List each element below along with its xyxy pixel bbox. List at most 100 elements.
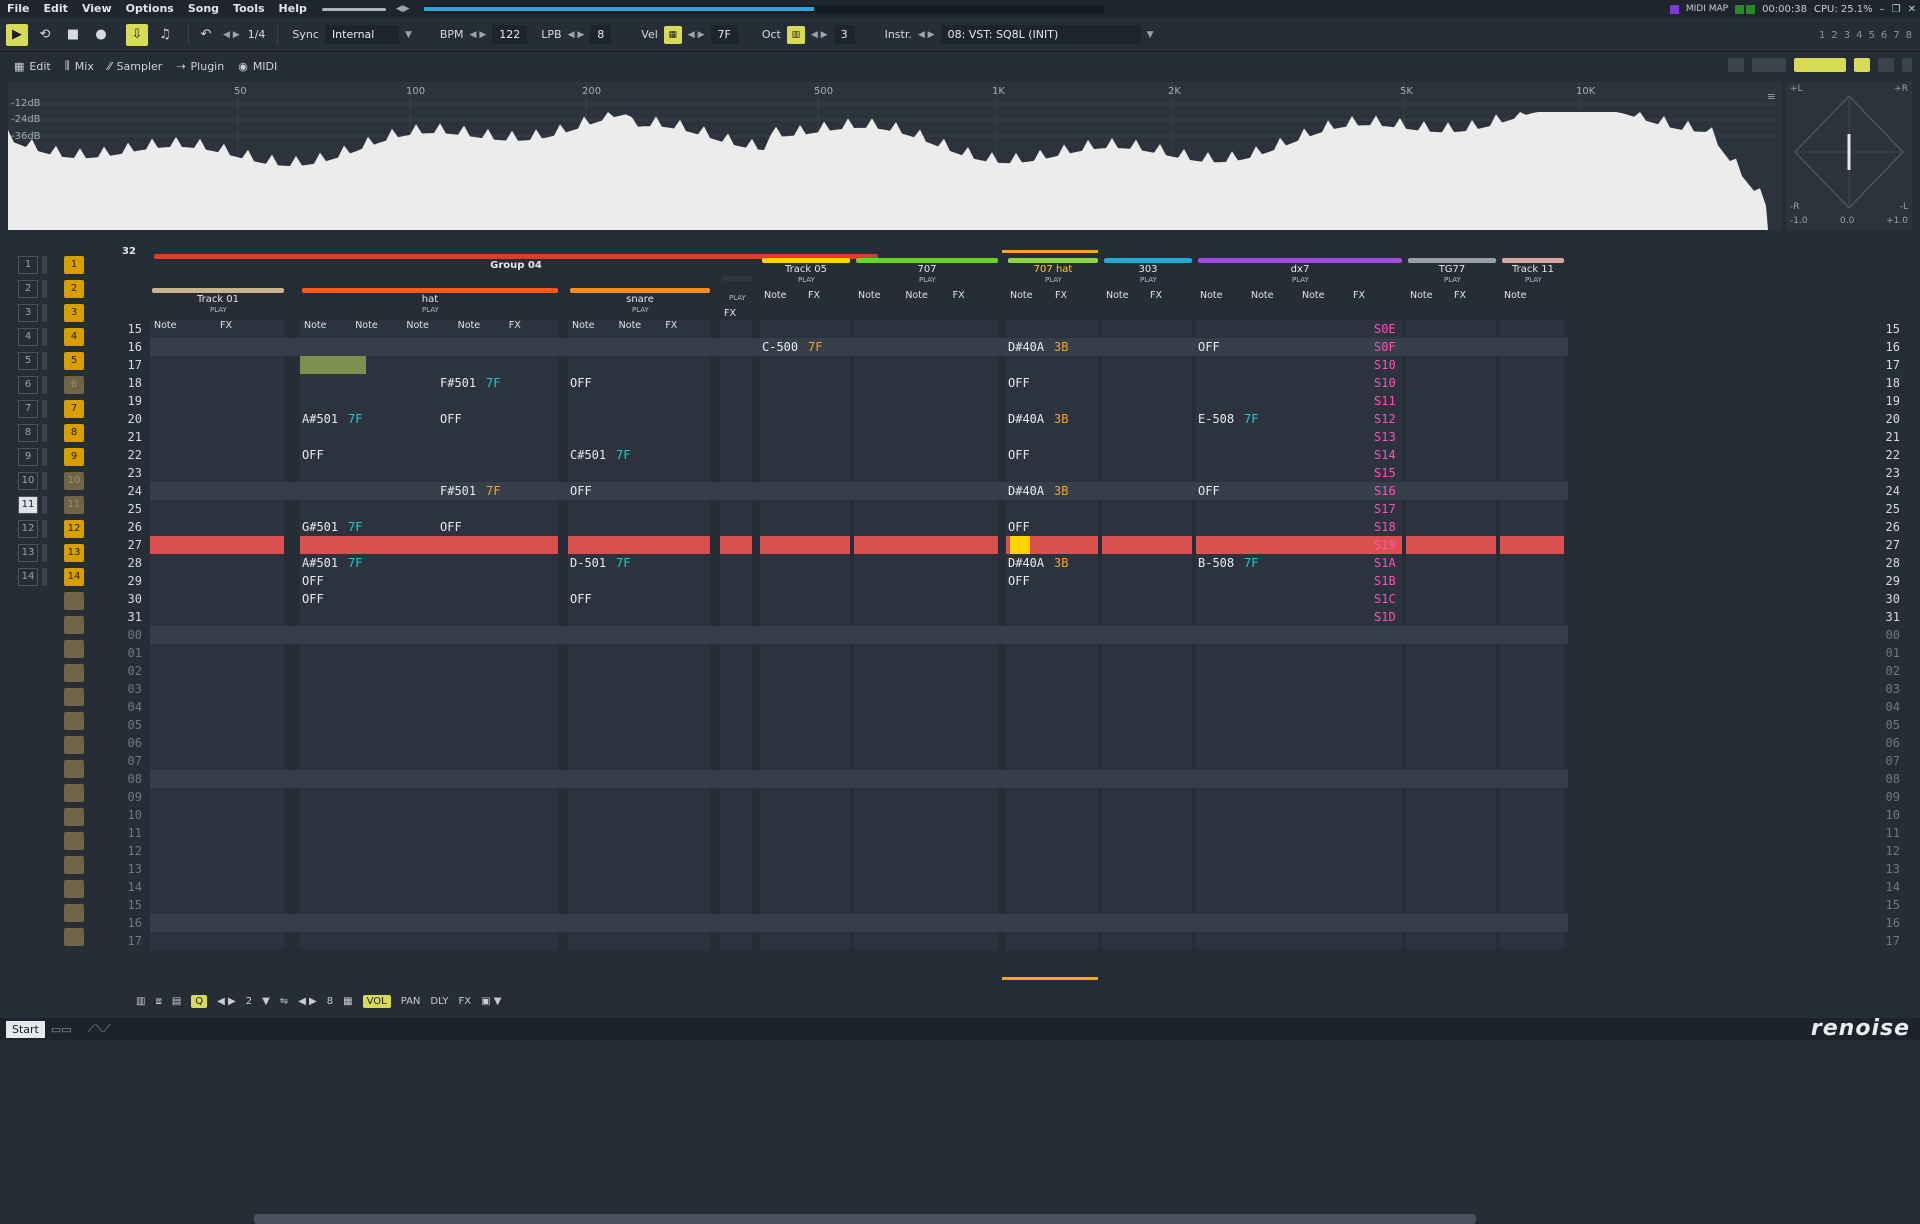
track-number[interactable]: 1	[1819, 30, 1825, 41]
column-header[interactable]: Note	[619, 320, 642, 331]
note-cell[interactable]: 7F	[616, 448, 630, 462]
start-button[interactable]: Start	[6, 1020, 45, 1038]
play-button[interactable]: ▶	[6, 23, 28, 46]
sequence-position[interactable]: 1	[18, 256, 38, 274]
tab-plugin[interactable]: ⇢ Plugin	[176, 60, 224, 73]
mute-marker[interactable]	[42, 472, 47, 490]
empty-pattern-slot[interactable]	[64, 808, 84, 826]
metronome-icon[interactable]: ♫	[154, 24, 176, 46]
mute-marker[interactable]	[42, 544, 47, 562]
column-header[interactable]: Note	[1504, 290, 1527, 301]
mute-marker[interactable]	[42, 280, 47, 298]
column-header[interactable]: Note	[572, 320, 595, 331]
fx-cell[interactable]: S0E	[1374, 322, 1396, 336]
sequence-slot[interactable]: 13 13	[12, 544, 100, 564]
vel-toggle-icon[interactable]: ▦	[663, 25, 682, 44]
track-number[interactable]: 8	[1906, 30, 1912, 41]
bpm-stepper[interactable]: ◀ ▶	[470, 30, 487, 40]
midi-map-icon[interactable]	[1669, 4, 1679, 14]
note-cell[interactable]: OFF	[1198, 340, 1220, 354]
follow-button[interactable]: ⇩	[126, 23, 148, 46]
spectrum-icon[interactable]	[1794, 58, 1846, 72]
midi-map-label[interactable]: MIDI MAP	[1686, 4, 1728, 14]
sequence-slot[interactable]	[12, 904, 100, 924]
column-header[interactable]: FX	[808, 290, 820, 301]
empty-pattern-slot[interactable]	[64, 928, 84, 946]
undo-icon[interactable]: ↶	[195, 24, 217, 46]
menu-song[interactable]: Song	[181, 0, 226, 18]
note-cell[interactable]: A#501	[302, 556, 338, 570]
mute-marker[interactable]	[42, 304, 47, 322]
sequence-slot[interactable]: 55	[12, 352, 100, 372]
mute-marker[interactable]	[42, 448, 47, 466]
empty-pattern-slot[interactable]	[64, 616, 84, 634]
column-header[interactable]: Note	[858, 290, 881, 301]
empty-pattern-slot[interactable]	[64, 688, 84, 706]
restore-icon[interactable]: ❐	[1892, 4, 1901, 15]
pattern-number[interactable]: 6	[64, 376, 84, 394]
tab-sampler[interactable]: ⁄⁄ Sampler	[108, 60, 162, 73]
menu-help[interactable]: Help	[272, 0, 314, 18]
note-cell[interactable]: 7F	[1244, 412, 1258, 426]
vel-field[interactable]: 7F	[710, 25, 738, 44]
note-cell[interactable]: OFF	[1008, 520, 1030, 534]
sequence-slot[interactable]: 77	[12, 400, 100, 420]
sync-select[interactable]: Internal	[324, 25, 399, 44]
empty-pattern-slot[interactable]	[64, 664, 84, 682]
mute-marker[interactable]	[42, 256, 47, 274]
mute-marker[interactable]	[42, 376, 47, 394]
sequence-slot[interactable]	[12, 928, 100, 948]
list-icon[interactable]	[1878, 58, 1894, 72]
column-header[interactable]: Note	[355, 320, 378, 331]
undo-stepper[interactable]: ◀ ▶	[223, 30, 240, 40]
empty-pattern-slot[interactable]	[64, 640, 84, 658]
empty-pattern-slot[interactable]	[64, 784, 84, 802]
sequence-position[interactable]: 7	[18, 400, 38, 418]
sequence-slot[interactable]	[12, 664, 100, 684]
lpb-stepper[interactable]: ◀ ▶	[568, 30, 585, 40]
track-number[interactable]: 6	[1881, 30, 1887, 41]
sequence-slot[interactable]: 22	[12, 280, 100, 300]
note-cell[interactable]: D#40A	[1008, 340, 1044, 354]
sequence-slot[interactable]: 99	[12, 448, 100, 468]
column-header[interactable]: Note	[304, 320, 327, 331]
note-cell[interactable]: OFF	[570, 592, 592, 606]
chevron-down-icon[interactable]: ▼	[262, 996, 270, 1007]
note-cell[interactable]: 7F	[348, 412, 362, 426]
note-cell[interactable]: 7F	[486, 376, 500, 390]
chevron-left-icon[interactable]	[1902, 58, 1912, 72]
note-cell[interactable]: D#40A	[1008, 412, 1044, 426]
sequence-slot[interactable]	[12, 880, 100, 900]
close-icon[interactable]: ✕	[1908, 4, 1916, 15]
pattern-number[interactable]: 4	[64, 328, 84, 346]
quantize-icon[interactable]: Q	[191, 994, 208, 1008]
oct-stepper[interactable]: ◀ ▶	[811, 30, 828, 40]
sequence-position[interactable]: 13	[18, 544, 38, 562]
fx-cell[interactable]: S0F	[1374, 340, 1396, 354]
sequence-position[interactable]: 14	[18, 568, 38, 586]
note-cell[interactable]: F#501	[440, 376, 476, 390]
menu-view[interactable]: View	[75, 0, 119, 18]
track-number[interactable]: 4	[1856, 30, 1862, 41]
empty-pattern-slot[interactable]	[64, 880, 84, 898]
note-cell[interactable]: B-508	[1198, 556, 1234, 570]
empty-pattern-slot[interactable]	[64, 904, 84, 922]
mute-marker[interactable]	[42, 400, 47, 418]
menu-edit[interactable]: Edit	[37, 0, 75, 18]
menu-icon[interactable]: ≡	[1767, 90, 1776, 103]
vel-stepper[interactable]: ◀ ▶	[688, 30, 705, 40]
note-cell[interactable]: OFF	[302, 574, 324, 588]
fx-menu-icon[interactable]: ▣ ▼	[481, 996, 501, 1007]
mute-marker[interactable]	[42, 568, 47, 586]
column-header[interactable]: Note	[1251, 290, 1274, 301]
note-cell[interactable]: A#501	[302, 412, 338, 426]
octave-stepper[interactable]: ◀ ▶	[298, 996, 317, 1007]
fx-cell[interactable]: S17	[1374, 502, 1396, 516]
sequence-slot[interactable]: 66	[12, 376, 100, 396]
step-stepper[interactable]: ◀ ▶	[217, 996, 236, 1007]
tab-mix[interactable]: ⫼ Mix	[65, 59, 94, 73]
spectrum-settings-icon[interactable]	[1854, 58, 1870, 72]
minimize-icon[interactable]: –	[1880, 4, 1885, 15]
oscilloscope-icon[interactable]	[1752, 58, 1786, 72]
note-cell[interactable]: 7F	[348, 520, 362, 534]
